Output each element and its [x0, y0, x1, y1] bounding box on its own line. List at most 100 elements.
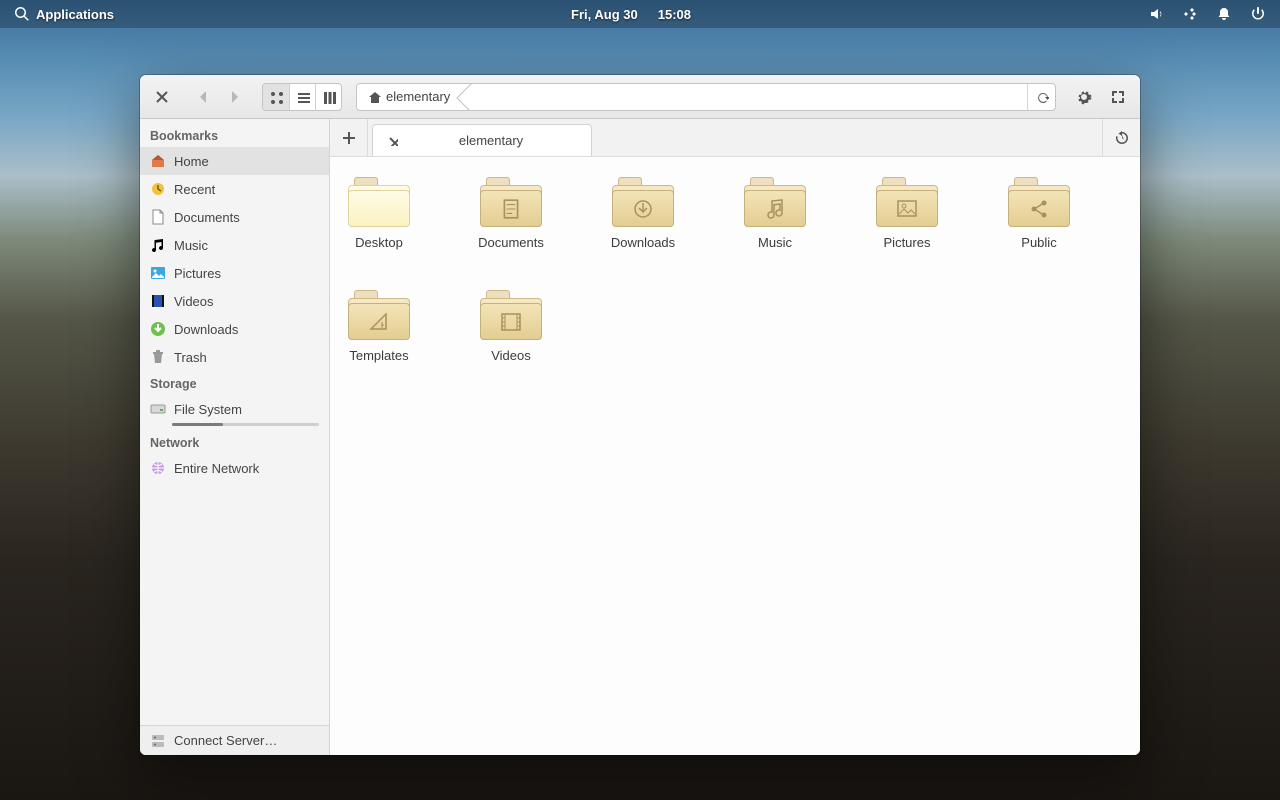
- sidebar-item-label: Trash: [174, 350, 319, 365]
- pathbar-refresh-button[interactable]: [1027, 84, 1055, 110]
- folder-icon: [480, 290, 542, 340]
- download-icon: [150, 321, 166, 337]
- pictures-icon: [150, 265, 166, 281]
- volume-indicator[interactable]: [1148, 6, 1164, 22]
- music-icon: [150, 237, 166, 253]
- nav-back-button[interactable]: [190, 83, 218, 111]
- folder-downloads[interactable]: Downloads: [612, 177, 674, 250]
- bell-icon: [1216, 6, 1232, 22]
- settings-button[interactable]: [1070, 83, 1098, 111]
- nav-forward-button[interactable]: [220, 83, 248, 111]
- new-tab-button[interactable]: [330, 119, 368, 156]
- view-columns-button[interactable]: [315, 84, 341, 110]
- refresh-icon: [1035, 90, 1049, 104]
- sidebar-item-recent[interactable]: Recent: [140, 175, 329, 203]
- grid-icon: [269, 90, 283, 104]
- sidebar-item-label: Entire Network: [174, 461, 319, 476]
- network-indicator[interactable]: [1182, 6, 1198, 22]
- panel-date[interactable]: Fri, Aug 30: [571, 7, 638, 22]
- tab-title: elementary: [401, 133, 581, 148]
- document-icon: [150, 209, 166, 225]
- sidebar-item-documents[interactable]: Documents: [140, 203, 329, 231]
- history-icon: [1114, 130, 1130, 146]
- filesystem-usage-bar: [172, 423, 319, 426]
- server-icon: [150, 733, 166, 749]
- tab-close-button[interactable]: [383, 132, 401, 150]
- network-icon: [150, 460, 166, 476]
- sidebar-item-pictures[interactable]: Pictures: [140, 259, 329, 287]
- videos-icon: [150, 293, 166, 309]
- folder-public[interactable]: Public: [1008, 177, 1070, 250]
- sidebar-item-label: File System: [174, 402, 319, 417]
- sidebar-heading-bookmarks: Bookmarks: [140, 123, 329, 147]
- view-switcher: [262, 83, 342, 111]
- pathbar[interactable]: elementary: [356, 83, 1056, 111]
- sidebar-item-label: Music: [174, 238, 319, 253]
- sidebar-heading-network: Network: [140, 430, 329, 454]
- folder-icon: [1008, 177, 1070, 227]
- folder-label: Public: [1021, 235, 1056, 250]
- folder-pictures[interactable]: Pictures: [876, 177, 938, 250]
- sidebar-item-label: Documents: [174, 210, 319, 225]
- view-list-button[interactable]: [289, 84, 315, 110]
- recent-icon: [150, 181, 166, 197]
- list-icon: [296, 90, 310, 104]
- connect-server-button[interactable]: Connect Server…: [140, 725, 329, 755]
- window-maximize-button[interactable]: [1104, 83, 1132, 111]
- search-icon: [14, 6, 30, 22]
- sidebar-item-label: Pictures: [174, 266, 319, 281]
- sidebar-item-videos[interactable]: Videos: [140, 287, 329, 315]
- folder-music[interactable]: Music: [744, 177, 806, 250]
- close-icon: [154, 89, 170, 105]
- folder-icon: [876, 177, 938, 227]
- home-icon: [367, 90, 381, 104]
- maximize-icon: [1110, 89, 1126, 105]
- folder-label: Desktop: [355, 235, 403, 250]
- folder-icon: [612, 177, 674, 227]
- gear-icon: [1076, 89, 1092, 105]
- folder-icon: [480, 177, 542, 227]
- folder-documents[interactable]: Documents: [480, 177, 542, 250]
- sidebar-item-label: Recent: [174, 182, 319, 197]
- tab[interactable]: elementary: [372, 124, 592, 156]
- window-close-button[interactable]: [148, 83, 176, 111]
- sidebar-item-label: Home: [174, 154, 319, 169]
- tab-history-button[interactable]: [1102, 119, 1140, 156]
- back-icon: [196, 89, 212, 105]
- folder-view[interactable]: Desktop Documents Downloads Music: [330, 157, 1140, 755]
- columns-icon: [322, 90, 336, 104]
- folder-desktop[interactable]: Desktop: [348, 177, 410, 250]
- sidebar-item-label: Videos: [174, 294, 319, 309]
- folder-label: Videos: [491, 348, 531, 363]
- applications-menu[interactable]: Applications: [14, 6, 114, 22]
- connect-server-label: Connect Server…: [174, 733, 277, 748]
- titlebar: elementary: [140, 75, 1140, 119]
- panel-time[interactable]: 15:08: [658, 7, 691, 22]
- view-grid-button[interactable]: [263, 84, 289, 110]
- sidebar: Bookmarks Home Recent Documents Music Pi…: [140, 119, 330, 755]
- folder-templates[interactable]: Templates: [348, 290, 410, 363]
- folder-videos[interactable]: Videos: [480, 290, 542, 363]
- volume-icon: [1148, 6, 1164, 22]
- sidebar-item-home[interactable]: Home: [140, 147, 329, 175]
- applications-label: Applications: [36, 7, 114, 22]
- trash-icon: [150, 349, 166, 365]
- folder-label: Downloads: [611, 235, 675, 250]
- breadcrumb-home[interactable]: elementary: [357, 84, 464, 110]
- plus-icon: [341, 130, 357, 146]
- home-icon: [150, 153, 166, 169]
- sidebar-heading-storage: Storage: [140, 371, 329, 395]
- folder-icon: [744, 177, 806, 227]
- files-window: elementary Bookmarks Home Recent Documen…: [140, 75, 1140, 755]
- folder-icon: [348, 290, 410, 340]
- sidebar-item-music[interactable]: Music: [140, 231, 329, 259]
- sidebar-item-downloads[interactable]: Downloads: [140, 315, 329, 343]
- sidebar-item-network[interactable]: Entire Network: [140, 454, 329, 482]
- session-indicator[interactable]: [1250, 6, 1266, 22]
- sidebar-item-trash[interactable]: Trash: [140, 343, 329, 371]
- sidebar-item-filesystem[interactable]: File System: [140, 395, 329, 423]
- disk-icon: [150, 401, 166, 417]
- sidebar-item-label: Downloads: [174, 322, 319, 337]
- notifications-indicator[interactable]: [1216, 6, 1232, 22]
- folder-label: Music: [758, 235, 792, 250]
